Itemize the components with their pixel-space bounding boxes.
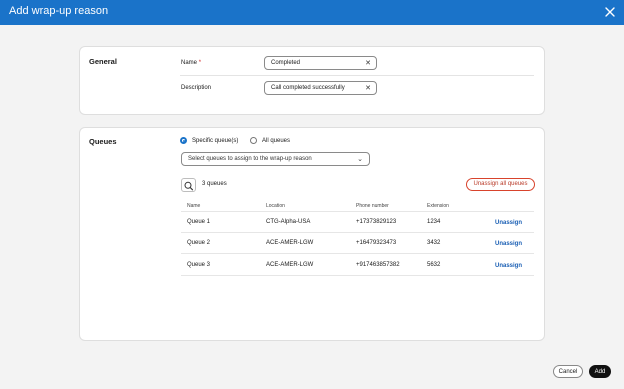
radio-all-label: All queues [262,138,291,144]
queue-name-cell: Queue 2 [187,240,211,246]
queue-extension-cell: 1234 [427,219,441,225]
general-divider [180,75,534,76]
queue-phone-cell: +917463857382 [356,262,400,268]
cancel-button[interactable]: Cancel [553,365,583,378]
queues-section-title: Queues [89,137,117,146]
dialog-title: Add wrap-up reason [9,5,109,17]
description-label: Description [181,85,212,91]
name-input[interactable]: Completed ✕ [264,56,377,70]
search-icon [184,181,194,191]
unassign-queue-link[interactable]: Unassign [495,220,522,226]
column-header-extension: Extension [427,203,449,209]
table-row-divider [181,275,534,276]
radio-specific-label: Specific queue(s) [192,138,239,144]
table-row-divider [181,232,534,233]
clear-description-icon[interactable]: ✕ [365,84,371,92]
queue-location-cell: ACE-AMER-LGW [266,262,314,268]
radio-specific-queues[interactable] [180,137,187,144]
column-header-location: Location [266,203,285,209]
column-header-name: Name [187,203,201,209]
name-input-value: Completed [271,60,301,66]
close-icon[interactable] [603,5,617,19]
required-mark: * [198,60,202,66]
add-button[interactable]: Add [589,365,611,378]
search-queues-button[interactable] [181,178,196,192]
general-section-title: General [89,57,117,66]
description-input-value: Call completed successfully [271,85,345,91]
queue-phone-cell: +17373829123 [356,219,397,225]
queue-location-cell: ACE-AMER-LGW [266,240,314,246]
description-input[interactable]: Call completed successfully ✕ [264,81,377,95]
column-header-phone: Phone number [356,203,389,209]
queue-count: 3 queues [202,181,227,187]
unassign-all-queues-button[interactable]: Unassign all queues [466,178,535,191]
queue-name-cell: Queue 1 [187,219,211,225]
clear-name-icon[interactable]: ✕ [365,59,371,67]
unassign-queue-link[interactable]: Unassign [495,241,522,247]
queue-extension-cell: 5632 [427,262,441,268]
queue-select-dropdown[interactable]: Select queues to assign to the wrap-up r… [181,152,370,166]
radio-all-queues[interactable] [250,137,257,144]
table-header-divider [181,211,534,212]
name-label: Name * [181,60,202,66]
queue-name-cell: Queue 3 [187,262,211,268]
queue-location-cell: CTG-Alpha-USA [266,219,311,225]
queue-extension-cell: 3432 [427,240,441,246]
dialog-header: Add wrap-up reason [0,0,624,25]
table-row-divider [181,253,534,254]
queue-phone-cell: +16479323473 [356,240,397,246]
chevron-down-icon: ⌄ [357,156,363,163]
unassign-queue-link[interactable]: Unassign [495,263,522,269]
queue-select-placeholder: Select queues to assign to the wrap-up r… [188,156,312,162]
